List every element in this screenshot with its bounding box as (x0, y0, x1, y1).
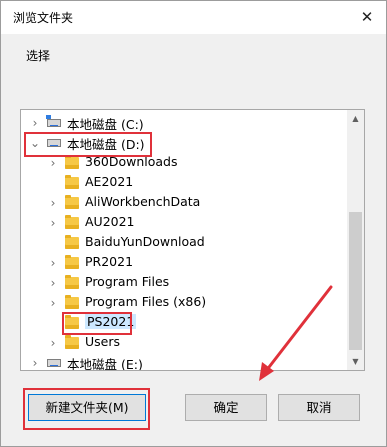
cancel-button[interactable]: 取消 (278, 394, 360, 421)
tree-item-folder[interactable]: › AliWorkbenchData (21, 193, 346, 213)
folder-icon (65, 255, 79, 269)
chevron-right-icon[interactable]: › (29, 355, 41, 370)
tree-item-label: Program Files (x86) (85, 294, 207, 309)
drive-icon (47, 359, 61, 367)
folder-icon (65, 175, 79, 189)
folder-icon (65, 195, 79, 209)
chevron-right-icon[interactable]: › (47, 295, 59, 311)
tree-item-folder[interactable]: › Program Files (x86) (21, 293, 346, 313)
title-bar: 浏览文件夹 ✕ (1, 1, 386, 34)
chevron-right-icon[interactable]: › (47, 335, 59, 351)
annotation-ps2021-highlight (62, 312, 132, 335)
tree-item-label: Users (85, 334, 121, 349)
tree-item-label: Program Files (85, 274, 170, 289)
chevron-right-icon[interactable]: › (47, 155, 59, 171)
folder-icon (65, 155, 79, 169)
folder-icon (65, 275, 79, 289)
drive-icon (46, 115, 61, 127)
annotation-drive-d-highlight (24, 132, 152, 157)
close-button[interactable]: ✕ (354, 4, 380, 30)
dialog-title: 浏览文件夹 (13, 11, 74, 25)
chevron-right-icon[interactable]: › (47, 215, 59, 231)
tree-item-folder[interactable]: BaiduYunDownload (21, 233, 346, 253)
chevron-right-icon[interactable]: › (47, 255, 59, 271)
tree-item-folder[interactable]: › Users (21, 333, 346, 353)
folder-icon (65, 335, 79, 349)
tree-item-label: 本地磁盘 (C:) (67, 117, 144, 132)
tree-item-drive[interactable]: › 本地磁盘 (E:) (21, 353, 346, 371)
scrollbar-thumb[interactable] (349, 212, 362, 350)
folder-icon (65, 235, 79, 249)
tree-item-folder[interactable]: › AU2021 (21, 213, 346, 233)
folder-icon (65, 295, 79, 309)
ok-button[interactable]: 确定 (185, 394, 267, 421)
chevron-right-icon[interactable]: › (29, 115, 41, 131)
chevron-right-icon[interactable]: › (47, 195, 59, 211)
tree-item-label: PR2021 (85, 254, 134, 269)
tree-item-label: 本地磁盘 (E:) (67, 357, 143, 371)
tree-item-drive[interactable]: › 本地磁盘 (C:) (21, 113, 346, 133)
chevron-right-icon[interactable]: › (47, 275, 59, 291)
annotation-new-folder-highlight (23, 388, 150, 430)
tree-item-folder[interactable]: › Program Files (21, 273, 346, 293)
vertical-scrollbar[interactable]: ▲ ▼ (347, 110, 364, 370)
scroll-down-arrow-icon[interactable]: ▼ (347, 353, 364, 370)
browse-folder-dialog: 浏览文件夹 ✕ 选择 › 本地磁盘 (C:) ⌄ 本地磁盘 (D:) › 360Downl… (0, 0, 387, 447)
folder-icon (65, 215, 79, 229)
dialog-description: 选择 (26, 49, 51, 63)
tree-item-folder[interactable]: AE2021 (21, 173, 346, 193)
tree-item-folder[interactable]: › PR2021 (21, 253, 346, 273)
tree-item-label: AE2021 (85, 174, 134, 189)
scroll-up-arrow-icon[interactable]: ▲ (347, 110, 364, 127)
tree-item-label: BaiduYunDownload (85, 234, 205, 249)
tree-item-label: AU2021 (85, 214, 135, 229)
tree-item-label: AliWorkbenchData (85, 194, 201, 209)
